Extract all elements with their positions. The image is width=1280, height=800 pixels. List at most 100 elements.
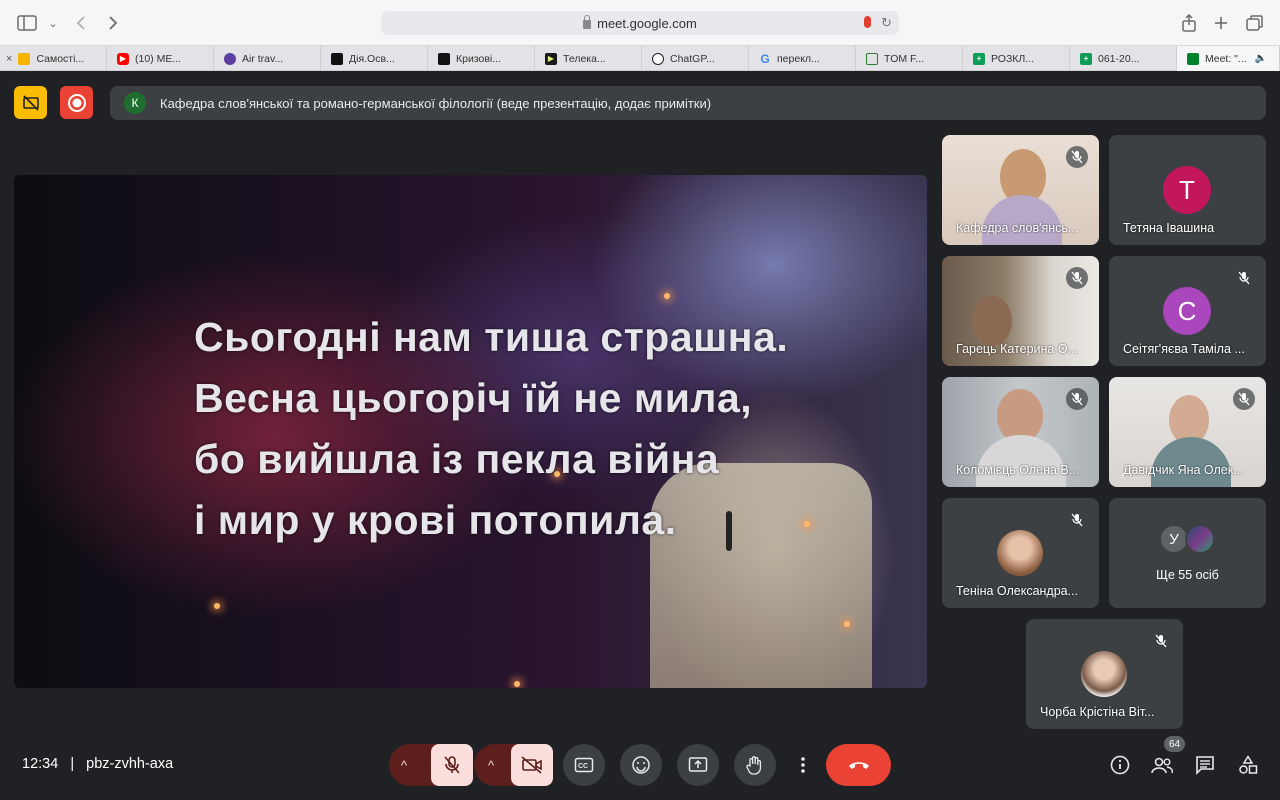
participant-name: Коломієць Олена В...: [956, 463, 1080, 477]
lock-icon: [583, 14, 592, 29]
people-button[interactable]: [1149, 752, 1175, 778]
people-icon: [1151, 757, 1173, 774]
tab-6[interactable]: ChatGP...: [642, 46, 749, 71]
meet-window: К Кафедра слов'янської та романо-германс…: [0, 71, 1280, 800]
diia-icon: [438, 52, 450, 65]
clock-time: 12:34: [22, 756, 59, 772]
tab-label: Air trav...: [242, 52, 284, 65]
participant-tile[interactable]: Коломієць Олена В...: [942, 377, 1099, 487]
new-tab-icon[interactable]: [1208, 10, 1234, 36]
mic-options-chevron-icon[interactable]: ^: [401, 758, 407, 773]
tab-label: Meet: "...: [1205, 52, 1247, 65]
participant-video: [982, 195, 1062, 245]
sidebar-toggle-icon[interactable]: [14, 10, 40, 36]
tab-label: 061-20...: [1098, 52, 1140, 65]
tab-0[interactable]: × Самості...: [0, 46, 107, 71]
tab-10[interactable]: + 061-20...: [1070, 46, 1177, 71]
chat-icon: [1196, 756, 1214, 775]
participant-avatar: С: [1163, 287, 1211, 335]
camera-options-chevron-icon[interactable]: ^: [488, 758, 494, 773]
participant-tile[interactable]: Давідчик Яна Олек...: [1109, 377, 1266, 487]
participant-tile[interactable]: С Сеітяг'яєва Таміла ...: [1109, 256, 1266, 366]
mic-off-icon: [1066, 509, 1088, 531]
slide-text: Сьогодні нам тиша страшна. Весна цьогорі…: [194, 307, 874, 551]
tab-label: ChatGP...: [670, 52, 715, 65]
forward-icon[interactable]: [100, 10, 126, 36]
close-tab-icon[interactable]: ×: [6, 53, 12, 65]
present-screen-icon: [688, 757, 708, 772]
chat-button[interactable]: [1192, 752, 1218, 778]
participant-tile[interactable]: Т Тетяна Івашина: [1109, 135, 1266, 245]
audio-playing-icon[interactable]: 🔈: [1255, 53, 1267, 64]
participant-photo: [1081, 651, 1127, 697]
mic-toggle-button[interactable]: [431, 744, 473, 786]
reactions-button[interactable]: [620, 744, 662, 786]
mic-off-icon: [1066, 146, 1088, 168]
participant-tile[interactable]: Теніна Олександра...: [942, 498, 1099, 608]
participant-tile[interactable]: Гарець Катерина О...: [942, 256, 1099, 366]
participant-name: Гарець Катерина О...: [956, 342, 1078, 356]
tab-label: перекл...: [777, 52, 820, 65]
spark: [514, 681, 520, 687]
participant-photo: [997, 530, 1043, 576]
slide-line: і мир у крові потопила.: [194, 497, 677, 543]
captions-button[interactable]: CC: [563, 744, 605, 786]
meeting-code: pbz-zvhh-axa: [86, 756, 174, 772]
meeting-info: 12:34 | pbz-zvhh-axa: [22, 756, 173, 772]
meeting-details-button[interactable]: [1107, 752, 1133, 778]
raise-hand-button[interactable]: [734, 744, 776, 786]
present-screen-button[interactable]: [677, 744, 719, 786]
camera-toggle-button[interactable]: [511, 744, 553, 786]
more-options-button[interactable]: [790, 744, 816, 786]
tab-overview-icon[interactable]: [1242, 10, 1268, 36]
participant-tile[interactable]: Кафедра слов'янсь...: [942, 135, 1099, 245]
svg-text:CC: CC: [578, 763, 588, 770]
more-participants-tile[interactable]: У Ще 55 осіб: [1109, 498, 1266, 608]
spark: [664, 293, 670, 299]
tab-label: (10) ME...: [135, 52, 182, 65]
chatgpt-icon: [652, 52, 664, 65]
tab-9[interactable]: + РОЗКЛ...: [963, 46, 1070, 71]
participant-name: Кафедра слов'янсь...: [956, 221, 1079, 235]
sheets-icon: +: [1080, 52, 1092, 65]
people-count-badge: 64: [1164, 736, 1186, 752]
participant-tile[interactable]: Чорба Крістіна Віт...: [1026, 619, 1183, 729]
slide-line: бо вийшла із пекла війна: [194, 436, 720, 482]
activities-button[interactable]: [1235, 752, 1261, 778]
chevron-down-icon[interactable]: ⌄: [40, 10, 66, 36]
tab-8[interactable]: TOM F...: [856, 46, 963, 71]
participant-name: Давідчик Яна Олек...: [1123, 463, 1244, 477]
tab-favicon-icon: [224, 52, 236, 65]
activities-icon: [1239, 755, 1258, 774]
google-icon: G: [760, 51, 770, 66]
tab-5[interactable]: ▶ Телека...: [535, 46, 642, 71]
tab-1[interactable]: ▶ (10) ME...: [107, 46, 214, 71]
emoji-icon: [632, 756, 650, 774]
tab-3[interactable]: Дія.Осв...: [321, 46, 428, 71]
share-icon[interactable]: [1176, 10, 1202, 36]
stop-presenting-button[interactable]: [14, 86, 47, 119]
more-vert-icon: [801, 757, 805, 773]
camera-off-icon: [521, 756, 542, 774]
recording-button[interactable]: [60, 86, 93, 119]
reload-icon[interactable]: ↻: [881, 15, 892, 31]
presenter-banner: К Кафедра слов'янської та романо-германс…: [110, 86, 1266, 120]
mic-off-icon: [444, 756, 460, 774]
youtube-icon: ▶: [117, 52, 129, 65]
back-icon[interactable]: [68, 10, 94, 36]
info-icon: [1110, 755, 1130, 775]
tab-bar: × Самості... ▶ (10) ME... Air trav... Ді…: [0, 46, 1280, 71]
tab-7[interactable]: G перекл...: [749, 46, 856, 71]
tab-favicon-icon: [866, 52, 878, 65]
participant-name: Теніна Олександра...: [956, 584, 1079, 598]
tab-2[interactable]: Air trav...: [214, 46, 321, 71]
tab-label: РОЗКЛ...: [991, 52, 1035, 65]
tab-label: Кризові...: [456, 52, 502, 65]
leave-call-button[interactable]: [826, 744, 891, 786]
address-bar[interactable]: meet.google.com ↻: [381, 11, 899, 35]
presentation-stage: Сьогодні нам тиша страшна. Весна цьогорі…: [14, 175, 927, 688]
tab-4[interactable]: Кризові...: [428, 46, 535, 71]
camera-control-group: ^: [474, 744, 553, 786]
participant-photo: [1185, 524, 1215, 554]
tab-11[interactable]: Meet: "... 🔈: [1177, 46, 1280, 71]
